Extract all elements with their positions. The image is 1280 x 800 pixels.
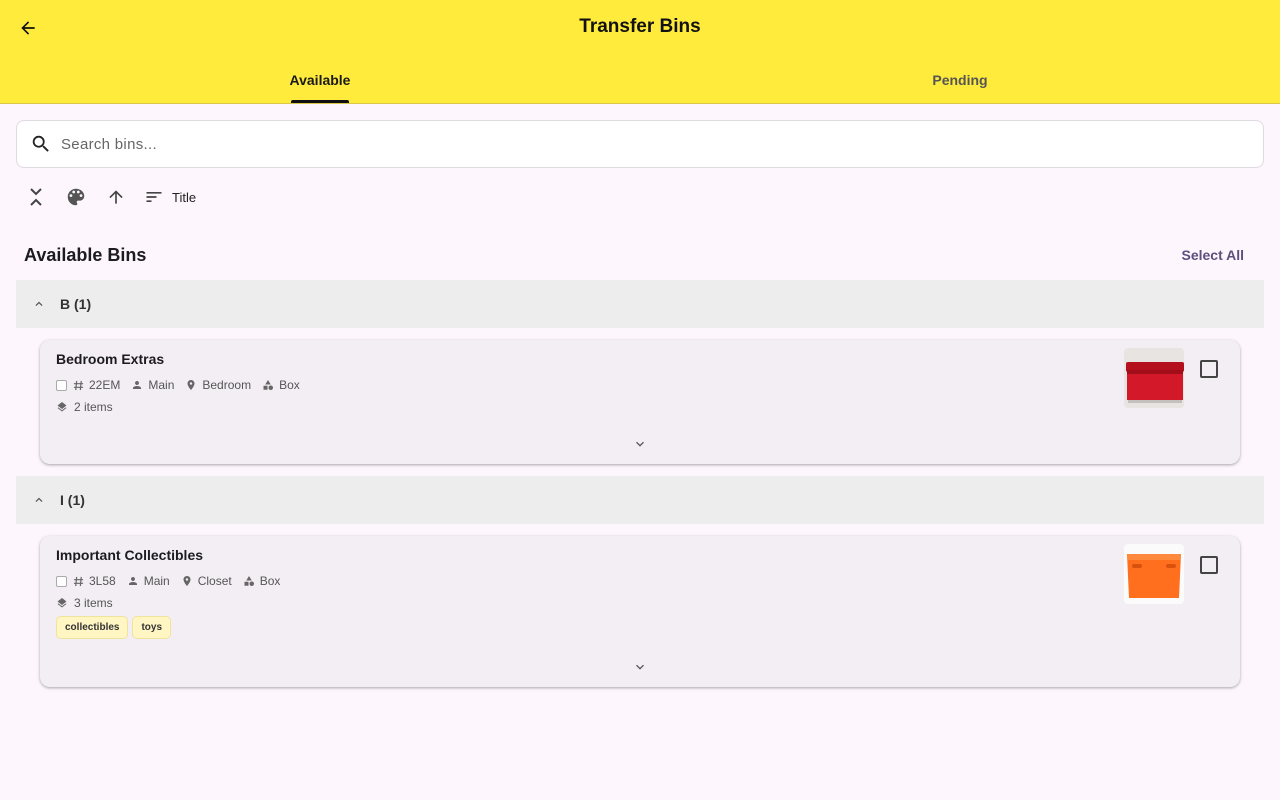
- bin-meta: 3L58 Main Closet Box: [56, 574, 291, 588]
- chevron-down-icon: [636, 441, 644, 447]
- bin-owner: Main: [148, 378, 175, 392]
- chevron-up-icon: [32, 493, 48, 507]
- group-label: B (1): [60, 296, 92, 312]
- bin-type: Box: [279, 378, 300, 392]
- bin-location: Bedroom: [202, 378, 252, 392]
- bin-owner: Main: [143, 574, 170, 588]
- search-input[interactable]: [61, 135, 1161, 153]
- bin-checkbox[interactable]: [1200, 556, 1218, 574]
- tab-indicator: [291, 100, 349, 103]
- chevron-down-icon: [636, 664, 644, 670]
- tab-label: Pending: [932, 72, 988, 88]
- sort-icon: [146, 192, 162, 202]
- shapes-icon: [263, 380, 274, 390]
- group-header-b[interactable]: B (1): [16, 280, 1264, 328]
- bin-thumbnail: [1124, 348, 1184, 408]
- chevron-up-icon: [32, 297, 48, 311]
- bin-mini-checkbox[interactable]: [56, 575, 67, 587]
- search-icon: [21, 133, 61, 155]
- app-bar: Transfer Bins Available Pending: [0, 0, 1280, 104]
- bin-code: 22EM: [89, 378, 121, 392]
- bin-thumbnail: [1124, 544, 1184, 604]
- sort-field-button[interactable]: Title: [144, 187, 196, 207]
- color-button[interactable]: [64, 185, 88, 209]
- location-icon: [187, 380, 195, 390]
- bin-type: Box: [259, 574, 281, 588]
- toolbar: Title: [24, 184, 196, 210]
- bin-mini-checkbox[interactable]: [56, 379, 67, 391]
- bin-code: 3L58: [89, 574, 116, 588]
- expand-button[interactable]: [630, 657, 650, 677]
- tab-available[interactable]: Available: [0, 56, 640, 104]
- bin-item-count: 3 items: [74, 596, 113, 610]
- bin-meta: 22EM Main Bedroom Box: [56, 378, 311, 392]
- bin-checkbox[interactable]: [1200, 360, 1218, 378]
- tab-label: Available: [289, 72, 351, 88]
- select-all-button[interactable]: Select All: [1181, 247, 1244, 263]
- tab-pending[interactable]: Pending: [640, 56, 1280, 104]
- bin-card[interactable]: Bedroom Extras 22EM Main Bedroom Box 2 i…: [40, 340, 1240, 464]
- tag-chip[interactable]: toys: [132, 616, 172, 639]
- bin-items: 3 items: [56, 596, 113, 610]
- expand-button[interactable]: [630, 434, 650, 454]
- section-title: Available Bins: [24, 245, 147, 265]
- layers-icon: [57, 598, 67, 608]
- collapse-all-icon: [30, 188, 42, 206]
- arrow-up-icon: [109, 190, 123, 204]
- tag-chip[interactable]: collectibles: [56, 616, 129, 639]
- hash-icon: [73, 576, 84, 586]
- bin-title: Bedroom Extras: [56, 351, 165, 367]
- page-title: Transfer Bins: [579, 16, 701, 37]
- sort-label: Title: [172, 189, 197, 205]
- person-icon: [128, 577, 137, 585]
- sort-direction-button[interactable]: [104, 185, 128, 209]
- person-icon: [133, 381, 142, 389]
- bin-item-count: 2 items: [74, 400, 113, 414]
- hash-icon: [73, 380, 84, 390]
- bin-location: Closet: [197, 574, 232, 588]
- bin-card[interactable]: Important Collectibles 3L58 Main Closet …: [40, 536, 1240, 687]
- search-field: [16, 120, 1264, 168]
- collapse-all-button[interactable]: [24, 185, 48, 209]
- shapes-icon: [244, 576, 254, 586]
- group-header-i[interactable]: I (1): [16, 476, 1264, 524]
- tag-list: collectibles toys: [56, 616, 175, 639]
- layers-icon: [57, 402, 67, 412]
- group-label: I (1): [60, 492, 85, 508]
- location-icon: [183, 576, 191, 586]
- bin-items: 2 items: [56, 400, 113, 414]
- palette-icon: [67, 188, 85, 206]
- bin-title: Important Collectibles: [56, 547, 204, 563]
